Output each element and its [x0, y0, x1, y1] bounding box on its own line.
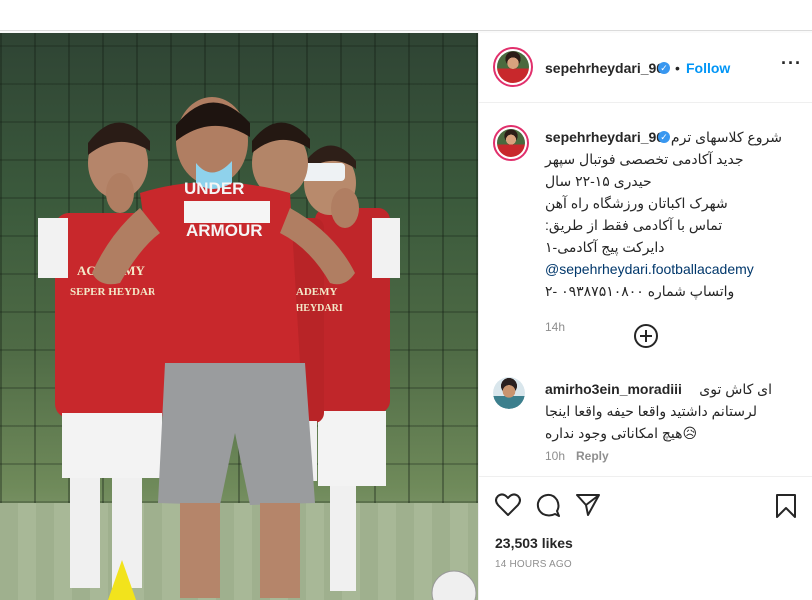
comment-icon[interactable] — [535, 493, 561, 519]
author-username[interactable]: sepehrheydari_96 — [545, 60, 664, 76]
shirt-text-armour: ARMOUR — [186, 221, 263, 240]
caption-username[interactable]: sepehrheydari_96 — [545, 129, 664, 145]
verified-badge-icon: ✓ — [658, 62, 670, 74]
posted-time[interactable]: 14 HOURS AGO — [495, 559, 572, 570]
post-photo[interactable]: ACADEMY SEPER HEYDARI ACADEMY HR — [0, 33, 478, 600]
caption-verified-badge-icon: ✓ — [658, 131, 670, 143]
author-avatar[interactable] — [493, 47, 533, 87]
bookmark-icon[interactable] — [775, 493, 797, 519]
commenter-avatar[interactable] — [493, 377, 525, 409]
comment-time[interactable]: 10h — [545, 449, 565, 463]
caption-line-5: تماس با آکادمی فقط از طریق: — [545, 217, 723, 233]
post-card: ACADEMY SEPER HEYDARI ACADEMY HR — [0, 33, 812, 600]
players-illustration: ACADEMY SEPER HEYDARI ACADEMY HR — [38, 97, 477, 600]
more-options-icon[interactable]: ··· — [781, 53, 802, 74]
post-sidebar: sepehrheydari_96 ✓ • Follow ··· sepehrhe… — [478, 33, 812, 600]
caption-avatar[interactable] — [493, 125, 529, 161]
share-icon[interactable] — [575, 493, 601, 517]
post-header: sepehrheydari_96 ✓ • Follow ··· — [479, 33, 812, 103]
caption-line-4: شهرک اکباتان ورزشگاه راه آهن — [545, 195, 728, 211]
bib-text-name: SEPER HEYDARI — [70, 286, 160, 298]
likes-count[interactable]: 23,503 likes — [495, 535, 573, 551]
caption-line-3: حیدری ۱۵-۲۲ سال — [545, 173, 652, 189]
comment-line-2: لرستانم داشتید واقعا حیفه واقعا اینجا — [545, 403, 758, 419]
football — [431, 570, 477, 600]
academy-mention-link[interactable]: @sepehrheydari.footballacademy — [545, 261, 754, 277]
load-more-comments-icon[interactable] — [634, 324, 658, 348]
caption-line-2: جدید آکادمی تخصصی فوتبال سپهر — [545, 151, 744, 167]
caption-time[interactable]: 14h — [545, 320, 565, 334]
caption-line-1: شروع کلاسهای ترم — [670, 129, 782, 145]
top-bar — [0, 0, 812, 31]
follow-button[interactable]: Follow — [686, 60, 730, 76]
post-actions: 23,503 likes 14 HOURS AGO — [479, 476, 812, 600]
comment-line-1: ای کاش توی — [699, 381, 772, 397]
heart-icon[interactable] — [495, 493, 521, 517]
separator-dot: • — [675, 60, 680, 76]
comment-line-3: 😥هیچ امکاناتی وجود نداره — [545, 425, 698, 441]
comment-reply-button[interactable]: Reply — [576, 449, 609, 463]
caption-line-6: دایرکت پیج آکادمی-۱ — [545, 239, 665, 255]
caption-line-7: واتساپ شماره ۰۹۳۸۷۵۱۰۸۰۰ -۲ — [545, 283, 735, 299]
commenter-username[interactable]: amirho3ein_moradiii — [545, 381, 682, 397]
shirt-text-under: UNDER — [184, 179, 244, 198]
